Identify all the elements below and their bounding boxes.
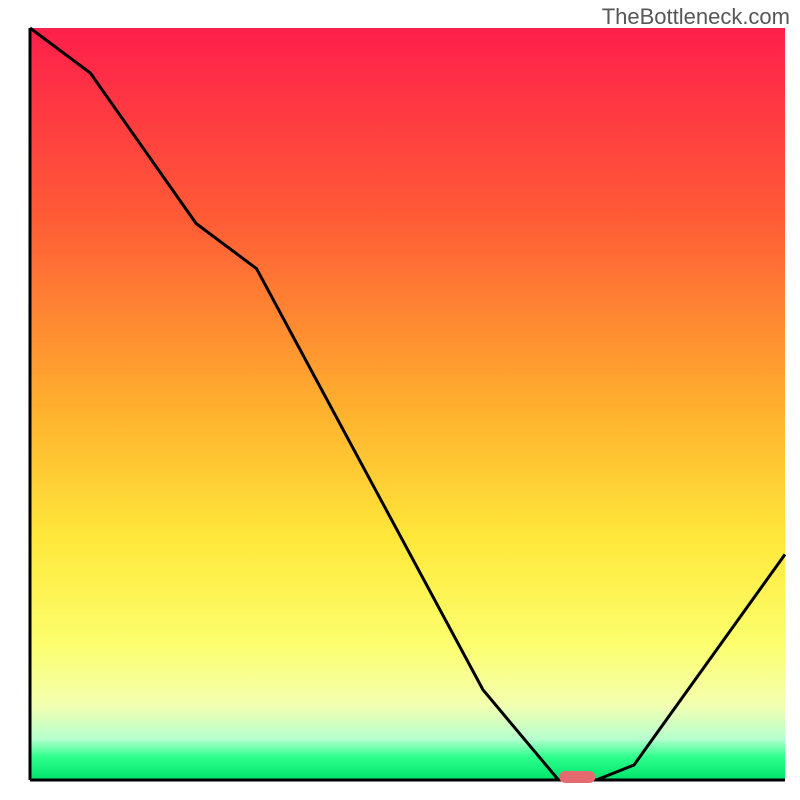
optimal-marker	[559, 771, 595, 783]
plot-background	[30, 28, 785, 780]
bottleneck-chart	[0, 0, 800, 800]
chart-svg	[0, 0, 800, 800]
watermark-text: TheBottleneck.com	[602, 4, 790, 30]
